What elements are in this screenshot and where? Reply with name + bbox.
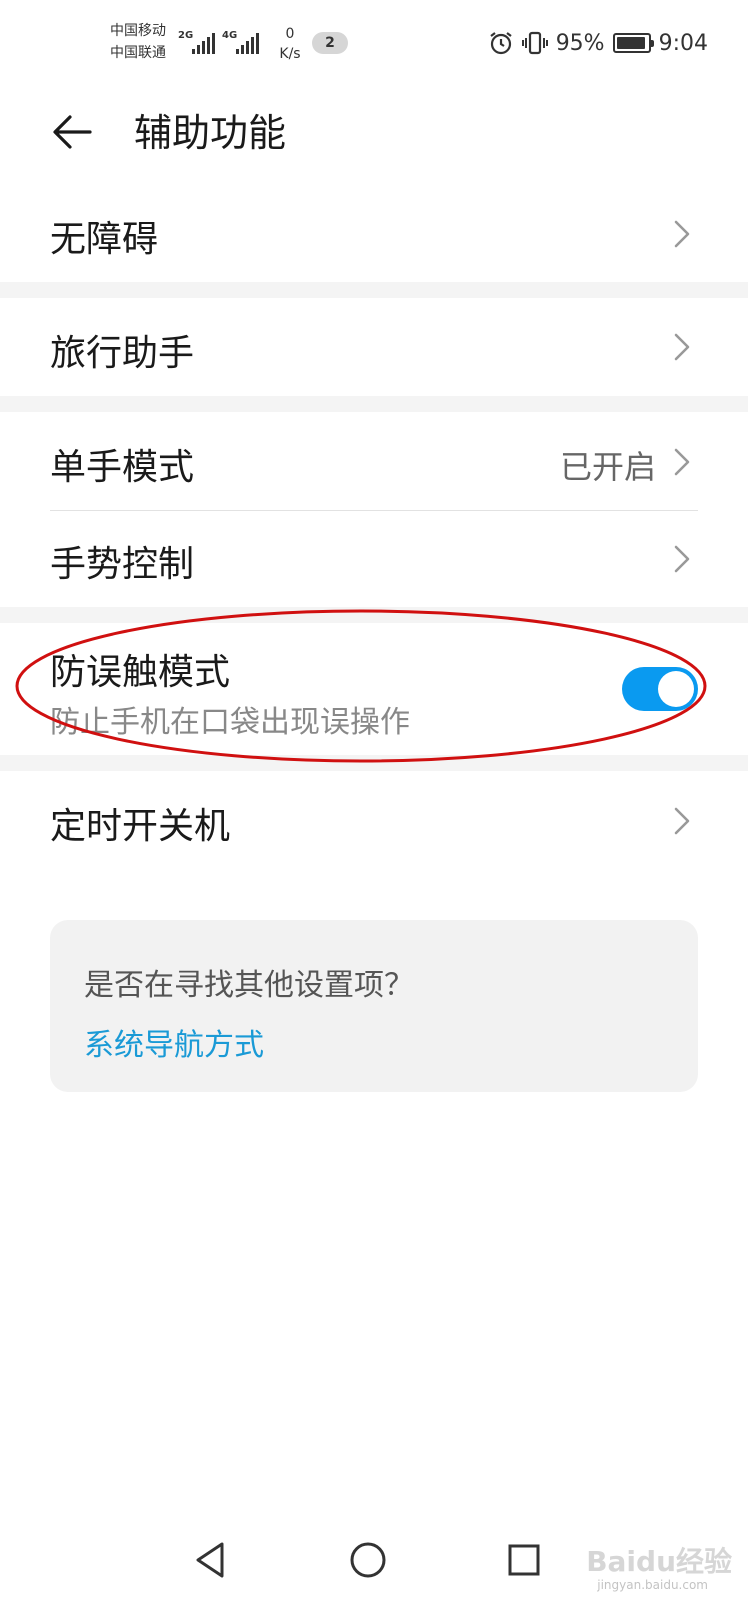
chevron-right-icon: [674, 807, 690, 835]
signal-2-gen: 4G: [222, 30, 238, 41]
chevron-right-icon: [674, 220, 690, 248]
battery-icon: [612, 33, 654, 53]
carrier-names: 中国移动 中国联通: [110, 20, 166, 64]
network-speed: 0 K/s: [275, 24, 305, 64]
section-gap: [0, 607, 748, 623]
section-gap: [0, 755, 748, 771]
carrier-1: 中国移动: [110, 23, 166, 39]
toggle-knob: [658, 671, 694, 707]
speed-unit: K/s: [279, 46, 301, 62]
settings-item-one-hand-mode[interactable]: 单手模式 已开启: [0, 412, 748, 510]
settings-item-label: 防误触模式: [50, 652, 231, 693]
settings-item-label: 手势控制: [50, 544, 195, 585]
speed-value: 0: [285, 26, 295, 42]
vibrate-icon: [521, 30, 548, 56]
system-navigation-link[interactable]: 系统导航方式: [84, 1020, 264, 1064]
header: 辅助功能: [0, 86, 748, 178]
chevron-right-icon: [674, 545, 690, 573]
pocket-mode-toggle[interactable]: [622, 667, 698, 711]
settings-item-pocket-mode[interactable]: 防误触模式 防止手机在口袋出现误操作: [0, 623, 748, 755]
settings-item-gesture-control[interactable]: 手势控制: [0, 511, 748, 607]
settings-item-description: 防止手机在口袋出现误操作: [50, 705, 410, 740]
battery-percent: 95%: [555, 30, 605, 56]
nav-home-button[interactable]: [344, 1536, 392, 1584]
settings-item-scheduled-power[interactable]: 定时开关机: [0, 771, 748, 871]
settings-item-label: 无障碍: [50, 219, 159, 260]
page-title: 辅助功能: [134, 111, 287, 155]
arrow-left-icon: [53, 115, 92, 149]
watermark-url: jingyan.baidu.com: [597, 1578, 708, 1592]
square-recents-icon: [508, 1544, 540, 1576]
settings-item-label: 单手模式: [50, 447, 195, 488]
section-gap: [0, 282, 748, 298]
nav-back-button[interactable]: [186, 1536, 234, 1584]
chevron-right-icon: [674, 448, 690, 476]
nav-recents-button[interactable]: [500, 1536, 548, 1584]
carrier-2: 中国联通: [110, 45, 166, 61]
status-bar: 中国移动 中国联通 2G 4G 0 K/s 2 95% 9:04: [0, 0, 748, 86]
circle-home-icon: [350, 1542, 386, 1578]
settings-item-accessibility[interactable]: 无障碍: [0, 186, 748, 282]
watermark-brand: Baidu经验: [586, 1545, 732, 1578]
status-right: 95% 9:04: [488, 28, 708, 58]
signal-1-gen: 2G: [178, 30, 194, 41]
chevron-right-icon: [674, 333, 690, 361]
notification-badge: 2: [312, 32, 348, 54]
alarm-icon: [488, 30, 514, 56]
clock: 9:04: [658, 30, 708, 56]
settings-item-travel-assistant[interactable]: 旅行助手: [0, 298, 748, 396]
suggestion-question: 是否在寻找其他设置项？: [84, 968, 414, 1003]
triangle-back-icon: [196, 1542, 224, 1578]
back-button[interactable]: [44, 104, 100, 160]
suggestion-card: 是否在寻找其他设置项？ 系统导航方式: [50, 920, 698, 1092]
settings-item-label: 定时开关机: [50, 806, 231, 847]
section-gap: [0, 396, 748, 412]
settings-item-label: 旅行助手: [50, 333, 195, 374]
settings-item-value: 已开启: [559, 448, 656, 486]
